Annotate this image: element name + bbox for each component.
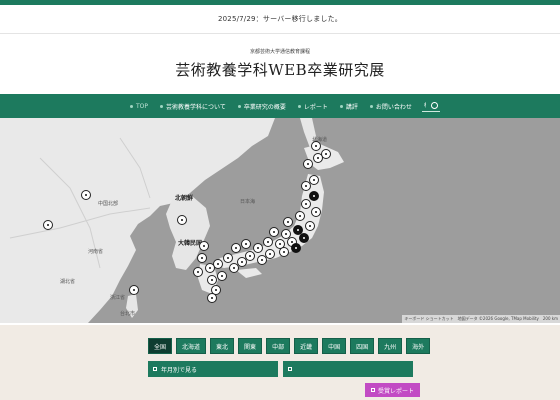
checkbox-icon [371,388,375,392]
region-button-tohoku[interactable]: 東北 [210,338,235,354]
map-pin[interactable] [241,239,251,249]
map-pin[interactable] [223,253,233,263]
map-pin[interactable] [313,153,323,163]
secondary-selector[interactable] [283,361,413,377]
map-pin[interactable] [269,227,279,237]
bullet-icon [237,104,241,108]
map-pin[interactable] [231,243,241,253]
nav-label: TOP [136,102,149,110]
checkbox-icon [288,367,292,371]
nav-report[interactable]: レポート [292,102,334,111]
map-pin[interactable] [253,243,263,253]
bullet-icon [130,104,133,108]
map-pin[interactable] [257,255,267,265]
map-view[interactable]: 北朝鮮 大韓民国 日本海 北海道 中国北部 河南省 湖北省 浙江省 台北市 キー… [0,118,560,323]
nav-label: 卒業研究の概要 [243,103,286,111]
search-icon[interactable] [431,102,438,109]
region-filter: 全国 北海道 東北 関東 中部 近畿 中国 四国 九州 海外 [148,338,431,354]
map-pin[interactable] [295,211,305,221]
bullet-icon [297,104,301,108]
nav-label: 芸術教養学科について [166,103,226,111]
map-pin[interactable] [217,271,227,281]
region-button-chubu[interactable]: 中部 [266,338,291,354]
bullet-icon [160,104,164,108]
map-pin[interactable] [263,237,273,247]
map-pin[interactable] [129,285,139,295]
map-attribution[interactable]: キーボード ショートカット 地図データ ©2026 Google, TMap M… [402,315,560,323]
map-label-china-4: 浙江省 [110,295,126,301]
nav-label: 講評 [345,103,358,111]
site-header: 京都芸術大学通信教育課程 芸術教養学科WEB卒業研究展 [0,34,560,94]
map-pin[interactable] [303,159,313,169]
map-pin[interactable] [207,275,217,285]
bullet-icon [339,104,343,108]
region-button-kinki[interactable]: 近畿 [294,338,319,354]
search-box [421,100,440,112]
award-report-button[interactable]: 受賞レポート [365,383,421,397]
map-pin[interactable] [81,190,91,200]
region-button-kanto[interactable]: 関東 [238,338,263,354]
checkbox-icon [153,367,157,371]
bullet-icon [369,104,373,108]
map-pin[interactable] [305,221,315,231]
notice-bar: 2025/7/29：サーバー移行しました。 [0,5,560,33]
region-button-hokkaido[interactable]: 北海道 [176,338,207,354]
site-subtitle: 京都芸術大学通信教育課程 [249,49,310,55]
site-title[interactable]: 芸術教養学科WEB卒業研究展 [175,59,384,80]
map-label-china-3: 湖北省 [60,279,76,285]
map-landmass [0,118,344,323]
notice-text: 2025/7/29：サーバー移行しました。 [217,15,343,23]
map-pin[interactable] [205,263,215,273]
year-month-selector[interactable]: 年月別で見る [148,361,278,377]
map-label-china-5: 台北市 [120,311,136,317]
nav-top[interactable]: TOP [124,103,154,110]
main-nav: TOP 芸術教養学科について 卒業研究の概要 レポート 講評 お問い合わせ [0,94,560,118]
map-pin[interactable] [43,220,53,230]
award-label: 受賞レポート [378,387,415,395]
map-pin[interactable] [199,241,209,251]
map-pin[interactable] [229,263,239,273]
region-button-chugoku[interactable]: 中国 [322,338,347,354]
map-label-china-1: 中国北部 [98,201,119,207]
nav-label: レポート [303,103,328,111]
nav-contact[interactable]: お問い合わせ [364,102,418,111]
year-month-label: 年月別で見る [161,366,198,374]
map-pin[interactable] [207,293,217,303]
region-button-all[interactable]: 全国 [148,338,173,354]
region-button-kyushu[interactable]: 九州 [378,338,403,354]
map-pin[interactable] [291,243,301,253]
map-pin[interactable] [301,181,311,191]
map-pin[interactable] [177,215,187,225]
region-button-shikoku[interactable]: 四国 [350,338,375,354]
map-label-sea-of-japan: 日本海 [240,199,256,205]
map-label-china-2: 河南省 [88,249,104,255]
nav-review[interactable]: 講評 [334,102,364,111]
map-label-north-korea: 北朝鮮 [175,195,194,202]
nav-about[interactable]: 芸術教養学科について [154,102,232,111]
nav-label: お問い合わせ [375,103,412,111]
filter-panel: 全国 北海道 東北 関東 中部 近畿 中国 四国 九州 海外 年月別で見る 受賞… [0,325,560,400]
map-pin[interactable] [193,267,203,277]
region-button-overseas[interactable]: 海外 [406,338,431,354]
map-pin[interactable] [301,199,311,209]
map-pin[interactable] [197,253,207,263]
map-pin[interactable] [299,233,309,243]
map-pin[interactable] [311,141,321,151]
map-pin[interactable] [311,207,321,217]
nav-overview[interactable]: 卒業研究の概要 [232,102,292,111]
map-pin[interactable] [309,191,319,201]
map-pin[interactable] [279,247,289,257]
map-pin[interactable] [283,217,293,227]
